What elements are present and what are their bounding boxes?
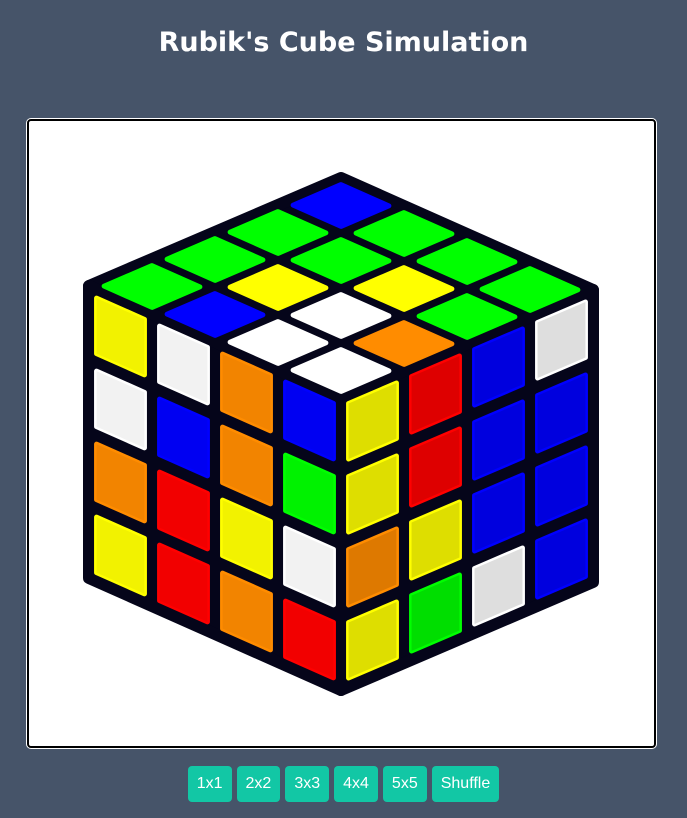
shuffle-button[interactable]: Shuffle [431, 766, 500, 802]
size-1x1-button[interactable]: 1x1 [187, 766, 232, 802]
size-3x3-button[interactable]: 3x3 [285, 766, 330, 802]
page-title: Rubik's Cube Simulation [158, 27, 529, 58]
size-4x4-button[interactable]: 4x4 [334, 766, 378, 802]
size-2x2-button[interactable]: 2x2 [236, 766, 281, 802]
cube-viewport[interactable] [27, 119, 656, 748]
size-5x5-button[interactable]: 5x5 [382, 766, 427, 802]
rubiks-cube[interactable] [29, 121, 654, 746]
size-controls: 1x1 2x2 3x3 4x4 5x5 Shuffle [0, 766, 687, 802]
